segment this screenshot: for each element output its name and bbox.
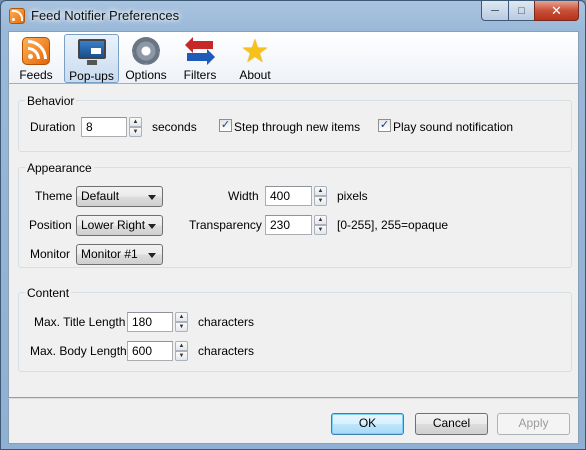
monitor-icon xyxy=(77,38,107,66)
duration-spinner[interactable]: ▲ ▼ xyxy=(129,117,142,137)
width-unit: pixels xyxy=(337,189,368,203)
max-title-length-input[interactable]: 180 xyxy=(127,312,173,332)
duration-label: Duration xyxy=(30,120,76,134)
spin-down-icon[interactable]: ▼ xyxy=(175,351,188,361)
content-group-title: Content xyxy=(25,286,72,300)
width-label: Width xyxy=(228,189,259,203)
duration-input[interactable]: 8 xyxy=(81,117,127,137)
minimize-button[interactable]: ─ xyxy=(481,1,508,21)
position-label: Position xyxy=(29,218,72,232)
spin-down-icon[interactable]: ▼ xyxy=(129,127,142,137)
star-icon: ★ xyxy=(240,33,270,69)
tab-feeds-label: Feeds xyxy=(19,68,53,82)
dialog-button-bar: OK Cancel Apply xyxy=(8,398,579,444)
width-input[interactable]: 400 xyxy=(265,186,312,206)
position-select[interactable]: Lower Right xyxy=(76,215,163,236)
spin-up-icon[interactable]: ▲ xyxy=(314,186,327,196)
max-body-length-unit: characters xyxy=(198,344,255,358)
tab-feeds[interactable]: Feeds xyxy=(12,34,60,83)
spin-up-icon[interactable]: ▲ xyxy=(175,312,188,322)
content-group: Content Max. Title Length 180 ▲ ▼ charac… xyxy=(18,286,572,372)
title-bar[interactable]: Feed Notifier Preferences ─ □ ✕ xyxy=(1,1,585,31)
rss-icon xyxy=(22,37,50,65)
chevron-down-icon xyxy=(148,195,156,200)
maximize-button[interactable]: □ xyxy=(508,1,534,21)
tab-about-label: About xyxy=(239,68,271,82)
window-title: Feed Notifier Preferences xyxy=(31,8,180,23)
theme-select-value: Default xyxy=(81,189,120,203)
transparency-label: Transparency xyxy=(189,218,262,232)
cancel-button[interactable]: Cancel xyxy=(415,413,488,435)
chevron-down-icon xyxy=(148,224,156,229)
toolbar: Feeds Pop-ups Options Filters ★ About xyxy=(8,31,579,84)
spin-up-icon[interactable]: ▲ xyxy=(175,341,188,351)
max-body-length-input[interactable]: 600 xyxy=(127,341,173,361)
chevron-down-icon xyxy=(148,253,156,258)
spin-down-icon[interactable]: ▼ xyxy=(175,322,188,332)
popups-panel: Behavior Duration 8 ▲ ▼ seconds ✓ Step t… xyxy=(8,84,579,398)
preferences-window: Feed Notifier Preferences ─ □ ✕ Feeds Po… xyxy=(0,0,586,450)
tab-popups-label: Pop-ups xyxy=(69,69,114,83)
tab-popups[interactable]: Pop-ups xyxy=(64,34,119,83)
tab-about[interactable]: ★ About xyxy=(229,34,281,83)
rss-app-icon xyxy=(9,8,25,24)
close-button[interactable]: ✕ xyxy=(534,1,579,21)
monitor-select-value: Monitor #1 xyxy=(81,247,138,261)
behavior-group: Behavior Duration 8 ▲ ▼ seconds ✓ Step t… xyxy=(18,94,572,152)
theme-label: Theme xyxy=(35,189,73,203)
max-title-length-spinner[interactable]: ▲ ▼ xyxy=(175,312,188,332)
ok-button[interactable]: OK xyxy=(331,413,404,435)
transparency-input[interactable]: 230 xyxy=(265,215,312,235)
monitor-label: Monitor xyxy=(30,247,71,261)
behavior-group-title: Behavior xyxy=(25,94,77,108)
tab-filters[interactable]: Filters xyxy=(174,34,226,83)
spin-down-icon[interactable]: ▼ xyxy=(314,196,327,206)
tab-filters-label: Filters xyxy=(183,68,217,82)
transparency-hint: [0-255], 255=opaque xyxy=(337,218,449,232)
width-spinner[interactable]: ▲ ▼ xyxy=(314,186,327,206)
spin-up-icon[interactable]: ▲ xyxy=(314,215,327,225)
step-through-checkbox[interactable]: ✓ xyxy=(219,119,232,132)
appearance-group: Appearance Theme Default Position Lower … xyxy=(18,161,572,268)
apply-button[interactable]: Apply xyxy=(497,413,570,435)
gear-icon xyxy=(132,37,160,65)
caption-buttons: ─ □ ✕ xyxy=(481,1,579,22)
step-through-label[interactable]: Step through new items xyxy=(234,120,360,134)
position-select-value: Lower Right xyxy=(81,218,146,232)
appearance-group-title: Appearance xyxy=(25,161,94,175)
transparency-spinner[interactable]: ▲ ▼ xyxy=(314,215,327,235)
max-body-length-label: Max. Body Length xyxy=(30,344,127,358)
monitor-select[interactable]: Monitor #1 xyxy=(76,244,163,265)
spin-up-icon[interactable]: ▲ xyxy=(129,117,142,127)
play-sound-label[interactable]: Play sound notification xyxy=(393,120,513,134)
max-body-length-spinner[interactable]: ▲ ▼ xyxy=(175,341,188,361)
filter-arrows-icon xyxy=(185,37,215,65)
max-title-length-label: Max. Title Length xyxy=(34,315,126,329)
play-sound-checkbox[interactable]: ✓ xyxy=(378,119,391,132)
max-title-length-unit: characters xyxy=(198,315,255,329)
spin-down-icon[interactable]: ▼ xyxy=(314,225,327,235)
tab-options[interactable]: Options xyxy=(121,34,171,83)
tab-options-label: Options xyxy=(125,68,167,82)
duration-unit: seconds xyxy=(152,120,197,134)
theme-select[interactable]: Default xyxy=(76,186,163,207)
